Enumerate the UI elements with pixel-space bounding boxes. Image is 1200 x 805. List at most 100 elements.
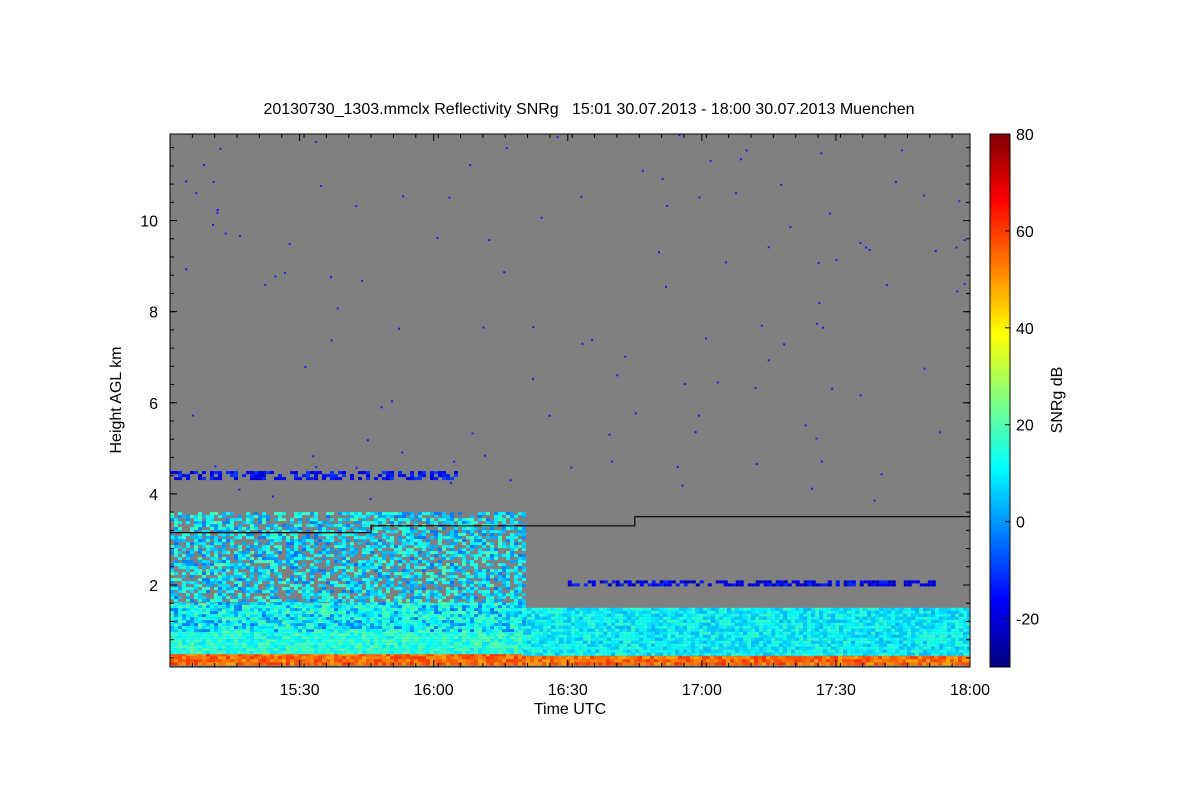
echo-cell <box>531 613 536 617</box>
echo-cell <box>867 652 872 656</box>
echo-cell <box>803 625 808 629</box>
echo-cell <box>238 608 242 612</box>
echo-cell <box>178 590 182 594</box>
echo-cell <box>238 545 242 549</box>
echo-cell <box>611 616 616 620</box>
echo-cell <box>250 636 254 640</box>
echo-cell <box>286 624 290 628</box>
echo-cell <box>330 639 334 643</box>
echo-cell <box>210 557 214 561</box>
echo-cell <box>627 625 632 629</box>
echo-cell <box>635 610 640 614</box>
echo-cell <box>182 566 186 570</box>
echo-cell <box>398 662 402 666</box>
echo-cell <box>450 656 454 660</box>
echo-cell <box>735 631 740 635</box>
echo-cell <box>603 619 608 623</box>
echo-cell <box>679 652 684 656</box>
echo-cell <box>619 628 624 632</box>
echo-cell <box>867 643 872 647</box>
echo-cell <box>535 646 540 650</box>
echo-cell <box>258 602 262 606</box>
echo-cell <box>595 607 600 611</box>
echo-cell <box>919 643 924 647</box>
echo-cell <box>939 631 944 635</box>
echo-cell <box>686 662 690 666</box>
echo-cell <box>879 622 884 626</box>
echo-cell <box>234 545 238 549</box>
echo-cell <box>242 527 246 531</box>
echo-cell <box>531 652 536 656</box>
echo-cell <box>527 613 532 617</box>
echo-cell <box>599 622 604 626</box>
radar-figure: 20130730_1303.mmclx Reflectivity SNRg 15… <box>0 0 1200 800</box>
echo-cell <box>843 616 848 620</box>
echo-cell <box>679 625 684 629</box>
echo-cell <box>907 646 912 650</box>
echo-cell <box>714 659 718 663</box>
echo-cell <box>739 637 744 641</box>
echo-cell <box>366 651 370 655</box>
echo-cell <box>859 640 864 644</box>
echo-cell <box>934 662 938 666</box>
echo-cell <box>878 656 882 660</box>
echo-cell <box>543 643 548 647</box>
echo-cell <box>815 619 820 623</box>
echo-cell <box>226 533 230 537</box>
echo-cell <box>342 639 346 643</box>
echo-cell <box>535 652 540 656</box>
echo-cell <box>174 626 178 630</box>
echo-cell <box>607 616 612 620</box>
echo-cell <box>590 656 594 660</box>
echo-cell <box>382 639 386 643</box>
echo-cell <box>899 640 904 644</box>
echo-cell <box>490 639 494 643</box>
echo-cell <box>715 643 720 647</box>
echo-cell <box>266 584 270 588</box>
echo-cell <box>198 512 202 516</box>
echo-cell <box>583 631 588 635</box>
echo-cell <box>827 631 832 635</box>
echo-cell <box>370 639 374 643</box>
echo-cell <box>278 648 282 652</box>
echo-cell <box>514 636 518 640</box>
echo-cell <box>270 596 274 600</box>
echo-cell <box>903 622 908 626</box>
echo-cell <box>250 656 254 660</box>
echo-cell <box>759 616 764 620</box>
echo-cell <box>242 554 246 558</box>
echo-cell <box>318 662 322 666</box>
echo-cell <box>527 628 532 632</box>
echo-cell <box>819 628 824 632</box>
echo-cell <box>622 662 626 666</box>
echo-cell <box>186 551 190 555</box>
echo-cell <box>330 656 334 660</box>
echo-cell <box>866 656 870 660</box>
echo-cell <box>286 581 290 585</box>
echo-cell <box>879 610 884 614</box>
echo-cell <box>314 656 318 660</box>
echo-cell <box>342 633 346 637</box>
echo-cell <box>494 636 498 640</box>
echo-cell <box>891 628 896 632</box>
echo-cell <box>659 652 664 656</box>
echo-cell <box>178 596 182 600</box>
echo-cell <box>723 625 728 629</box>
echo-cell <box>214 536 218 540</box>
echo-cell <box>198 651 202 655</box>
echo-cell <box>811 616 816 620</box>
echo-cell <box>198 518 202 522</box>
echo-cell <box>895 652 900 656</box>
echo-cell <box>563 613 568 617</box>
echo-cell <box>887 619 892 623</box>
echo-cell <box>559 628 564 632</box>
echo-cell <box>542 662 546 666</box>
echo-cell <box>258 662 262 666</box>
echo-cell <box>731 646 736 650</box>
echo-cell <box>927 640 932 644</box>
echo-cell <box>823 613 828 617</box>
echo-cell <box>859 637 864 641</box>
echo-cell <box>711 646 716 650</box>
echo-cell <box>523 646 528 650</box>
echo-cell <box>270 659 274 663</box>
